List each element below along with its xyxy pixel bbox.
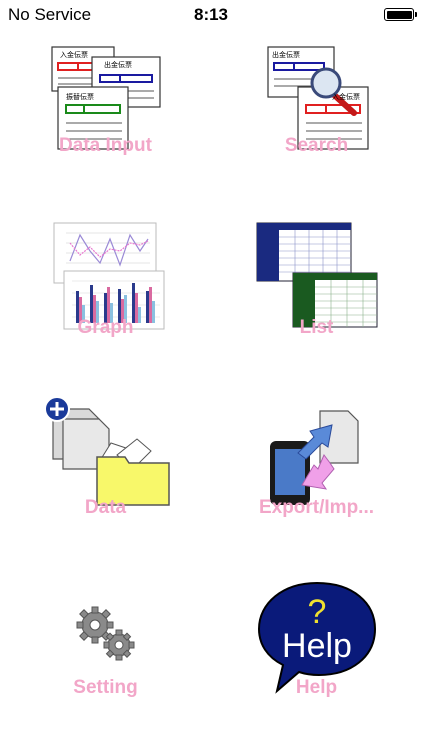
help-bubble-text: Help [282, 627, 352, 665]
search-button[interactable]: 出金伝票 入金伝票 Search [211, 35, 422, 215]
setting-button[interactable]: Setting [0, 575, 211, 755]
data-folder-icon [43, 397, 170, 506]
payment-slip-title: 出金伝票 [272, 50, 300, 59]
export-import-button[interactable]: Export/Imp... [211, 395, 422, 575]
data-label: Data [84, 497, 127, 518]
receipt-slip-title: 入金伝票 [60, 50, 88, 59]
gears-icon [76, 606, 134, 661]
payment-slip-title: 出金伝票 [104, 60, 132, 69]
setting-label: Setting [73, 677, 138, 698]
status-bar: No Service 8:13 [0, 0, 422, 30]
help-button[interactable]: ? Help Help [211, 575, 422, 755]
list-label: List [299, 317, 334, 338]
help-question-mark: ? [307, 593, 326, 631]
list-table-icon [256, 222, 377, 328]
search-label: Search [284, 135, 349, 156]
help-label: Help [295, 677, 338, 698]
battery-icon [384, 8, 417, 21]
clock: 8:13 [193, 5, 229, 24]
data-input-label: Data Input [59, 135, 152, 156]
graph-button[interactable]: Graph [0, 215, 211, 395]
graph-icon [53, 222, 164, 330]
list-button[interactable]: List [211, 215, 422, 395]
receipt-slip-title: 入金伝票 [332, 92, 360, 101]
export-import-icon [269, 410, 359, 505]
transfer-slip-title: 振替伝票 [66, 92, 94, 101]
data-input-button[interactable]: 入金伝票 出金伝票 振替伝票 Data Input [0, 35, 211, 215]
graph-label: Graph [77, 317, 134, 338]
export-import-label: Export/Imp... [258, 497, 375, 518]
data-button[interactable]: Data [0, 395, 211, 575]
